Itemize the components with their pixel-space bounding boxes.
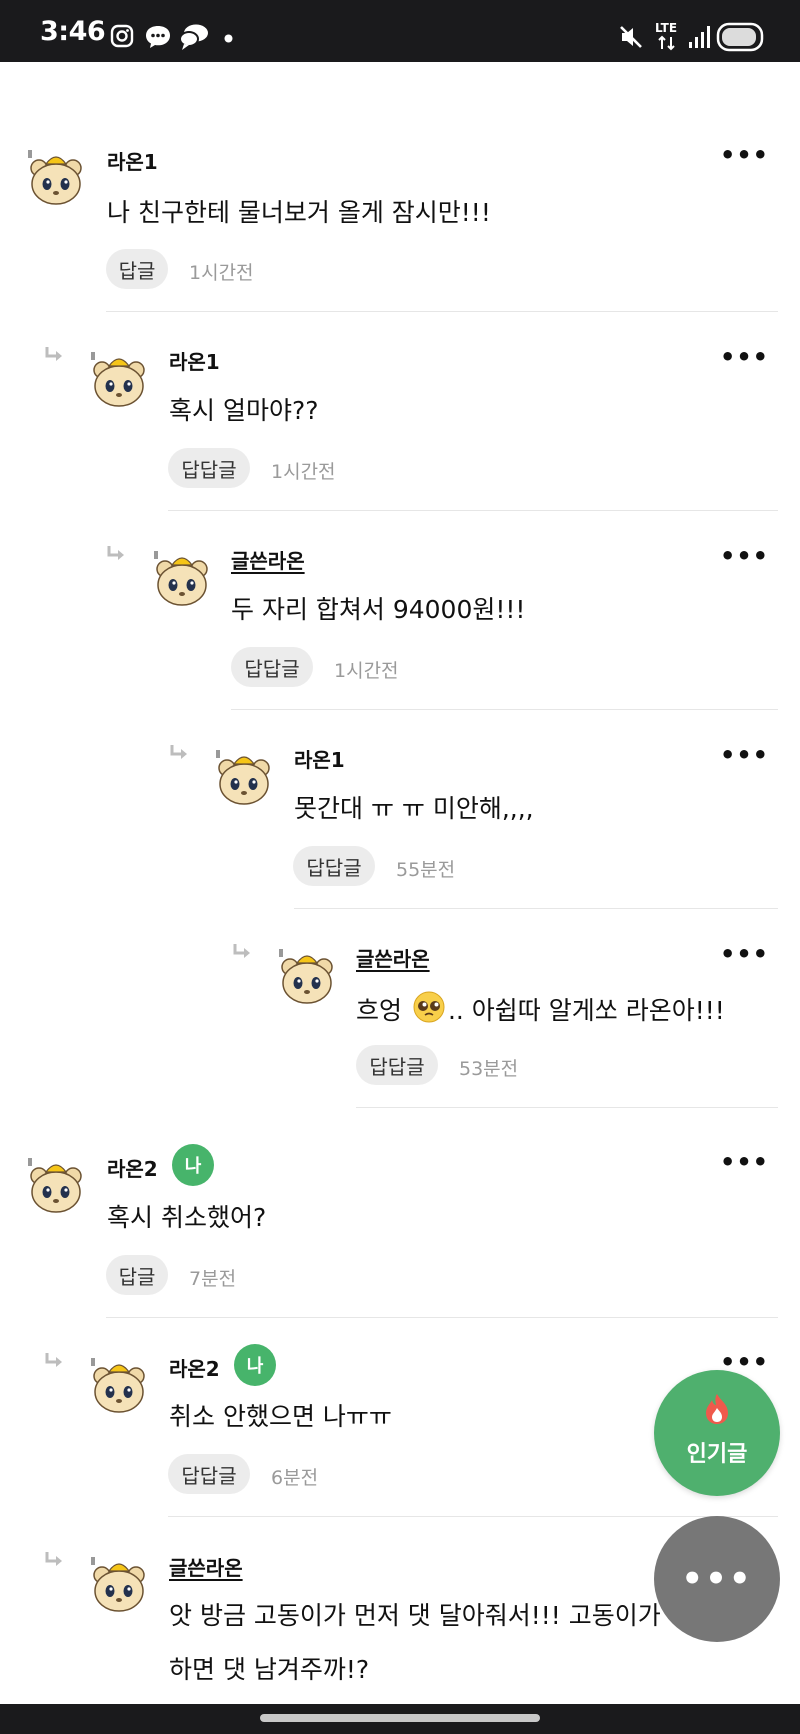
- chat-bubbles-icon: [178, 23, 210, 51]
- reply-button[interactable]: 답답글: [293, 846, 375, 886]
- lte-icon: LTE: [654, 20, 682, 52]
- reply-arrow-icon: [169, 744, 189, 766]
- comment-time: 6분전: [271, 1467, 319, 1489]
- home-gesture-handle[interactable]: [260, 1714, 540, 1722]
- flame-icon: [702, 1392, 732, 1430]
- status-time: 3:46: [40, 16, 106, 47]
- reply-button[interactable]: 답답글: [231, 647, 313, 687]
- divider: [106, 1317, 778, 1318]
- comment-time: 1시간전: [334, 660, 399, 682]
- comment-text: 앗 방금 고동이가 먼저 댓 달아줘서!!! 고동이가: [169, 1601, 661, 1630]
- reply-arrow-icon: [44, 1352, 64, 1374]
- comment-text: 혹시 얼마야??: [169, 396, 319, 425]
- more-options-icon[interactable]: •••: [720, 1150, 769, 1174]
- avatar[interactable]: [89, 350, 149, 410]
- reply-button[interactable]: 답글: [106, 249, 168, 289]
- more-options-icon[interactable]: •••: [720, 942, 769, 966]
- avatar[interactable]: [277, 947, 337, 1007]
- comment-text-start: 흐엉: [356, 996, 410, 1025]
- comment-author: 라온2: [107, 1157, 158, 1181]
- comment-author: 글쓴라온: [356, 947, 430, 971]
- comment-author: 라온1: [294, 748, 345, 772]
- more-options-icon[interactable]: •••: [720, 544, 769, 568]
- comment-text: 혹시 취소했어?: [107, 1203, 267, 1232]
- comment-text: 못간대 ㅠ ㅠ 미안해,,,,: [294, 794, 534, 823]
- divider: [168, 1516, 778, 1517]
- navigation-bar: [0, 1704, 800, 1734]
- reply-arrow-icon: [106, 545, 126, 567]
- comment-text: 나 친구한테 물너보거 올게 잠시만!!!: [107, 198, 491, 227]
- avatar[interactable]: [152, 549, 212, 609]
- avatar[interactable]: [26, 148, 86, 208]
- comment-text: 취소 안했으면 나ㅠㅠ: [169, 1402, 392, 1431]
- comment-text: 흐엉 .. 아쉽따 알게쏘 라온아!!!: [356, 990, 725, 1034]
- divider: [168, 510, 778, 511]
- more-options-icon[interactable]: •••: [720, 345, 769, 369]
- reply-button[interactable]: 답답글: [168, 448, 250, 488]
- divider: [356, 1107, 778, 1108]
- more-options-icon[interactable]: •••: [720, 743, 769, 767]
- comment-text-end: .. 아쉽따 알게쏘 라온아!!!: [447, 996, 725, 1025]
- avatar[interactable]: [89, 1555, 149, 1615]
- signal-icon: [688, 24, 712, 50]
- comment-author: 라온2: [169, 1357, 220, 1381]
- mute-icon: [618, 24, 644, 50]
- reply-arrow-icon: [232, 943, 252, 965]
- more-options-icon[interactable]: •••: [720, 1350, 769, 1374]
- reply-arrow-icon: [44, 1551, 64, 1573]
- comment-text-line2: 하면 댓 남겨주까!?: [169, 1655, 370, 1684]
- divider: [106, 311, 778, 312]
- comment-time: 55분전: [396, 859, 456, 881]
- comment-time: 7분전: [189, 1268, 237, 1290]
- more-options-icon[interactable]: •••: [720, 143, 769, 167]
- comment-author: 글쓴라온: [231, 549, 305, 573]
- comment-author: 라온1: [169, 350, 220, 374]
- divider: [294, 908, 778, 909]
- status-bar: 3:46 LTE: [0, 0, 800, 62]
- comment-time: 1시간전: [271, 461, 336, 483]
- comment-time: 53분전: [459, 1058, 519, 1080]
- reply-arrow-icon: [44, 346, 64, 368]
- dot-icon: [224, 34, 233, 43]
- avatar[interactable]: [214, 748, 274, 808]
- battery-icon: [716, 22, 766, 52]
- me-badge: 나: [172, 1144, 214, 1186]
- avatar[interactable]: [26, 1156, 86, 1216]
- reply-button[interactable]: 답답글: [168, 1454, 250, 1494]
- avatar[interactable]: [89, 1356, 149, 1416]
- comment-author: 글쓴라온: [169, 1556, 243, 1580]
- me-badge: 나: [234, 1344, 276, 1386]
- instagram-icon: [110, 24, 134, 48]
- comment-time: 1시간전: [189, 262, 254, 284]
- popular-posts-button[interactable]: 인기글: [654, 1370, 780, 1496]
- popular-posts-label: 인기글: [686, 1442, 748, 1467]
- message-icon: [144, 24, 172, 50]
- more-menu-button[interactable]: •••: [654, 1516, 780, 1642]
- pleading-face-emoji-icon: [412, 990, 446, 1034]
- svg-text:LTE: LTE: [655, 21, 677, 35]
- divider: [231, 709, 778, 710]
- reply-button[interactable]: 답글: [106, 1255, 168, 1295]
- comment-author: 라온1: [107, 150, 158, 174]
- reply-button[interactable]: 답답글: [356, 1045, 438, 1085]
- comment-text: 두 자리 합쳐서 94000원!!!: [231, 595, 526, 624]
